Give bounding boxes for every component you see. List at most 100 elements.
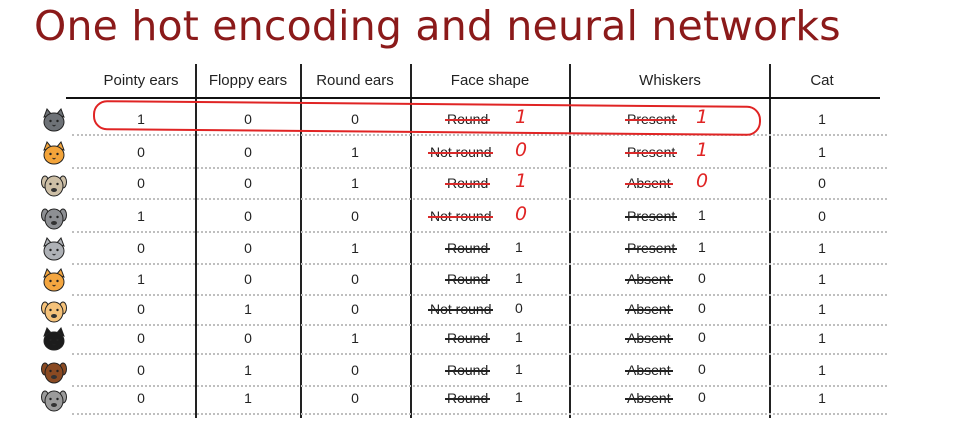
cell-face-shape: Round bbox=[444, 362, 491, 378]
table-row: 0 0 1 Round 1 Absent 0 1 bbox=[0, 323, 968, 355]
cell-round-ears: 0 bbox=[351, 301, 359, 317]
cell-floppy-ears: 0 bbox=[244, 175, 252, 191]
table-row: 1 0 0 Not round 0 Present 1 0 bbox=[0, 201, 968, 233]
cell-cat: 1 bbox=[818, 362, 826, 378]
whiskers-value: 0 bbox=[698, 300, 706, 316]
cell-cat: 0 bbox=[818, 208, 826, 224]
row-separator bbox=[72, 198, 887, 200]
header-cat: Cat bbox=[810, 72, 834, 89]
cell-whiskers: Absent bbox=[625, 175, 673, 191]
cell-face-shape: Round bbox=[444, 271, 491, 287]
cell-round-ears: 1 bbox=[351, 240, 359, 256]
cell-floppy-ears: 1 bbox=[244, 390, 252, 406]
cell-pointy-ears: 0 bbox=[137, 301, 145, 317]
cell-face-shape: Not round bbox=[427, 208, 494, 224]
dog-icon bbox=[41, 208, 67, 230]
dog-icon bbox=[41, 362, 67, 384]
cell-whiskers: Present bbox=[624, 240, 678, 256]
cell-face-shape: Round bbox=[444, 175, 491, 191]
header-floppy-ears: Floppy ears bbox=[208, 72, 288, 89]
cell-whiskers: Absent bbox=[625, 301, 673, 317]
row-separator bbox=[72, 413, 887, 415]
slide-title: One hot encoding and neural networks bbox=[34, 2, 841, 50]
dog-icon bbox=[41, 390, 67, 412]
cell-round-ears: 1 bbox=[351, 175, 359, 191]
cell-cat: 0 bbox=[818, 175, 826, 191]
cell-round-ears: 1 bbox=[351, 330, 359, 346]
table-row: 0 0 1 Not round 0 Present 1 1 bbox=[0, 137, 968, 169]
cell-cat: 1 bbox=[818, 144, 826, 160]
cell-whiskers: Absent bbox=[625, 390, 673, 406]
face-shape-value: 0 bbox=[515, 300, 523, 316]
face-shape-value: 0 bbox=[515, 139, 528, 161]
cell-pointy-ears: 0 bbox=[137, 175, 145, 191]
whiskers-value: 0 bbox=[698, 361, 706, 377]
cell-pointy-ears: 0 bbox=[137, 362, 145, 378]
cell-floppy-ears: 0 bbox=[244, 330, 252, 346]
cell-pointy-ears: 1 bbox=[137, 271, 145, 287]
table-row: 0 0 1 Round 1 Absent 0 0 bbox=[0, 168, 968, 200]
whiskers-value: 0 bbox=[698, 270, 706, 286]
cell-cat: 1 bbox=[818, 271, 826, 287]
cell-cat: 1 bbox=[818, 240, 826, 256]
header-round-ears: Round ears bbox=[316, 72, 394, 89]
cell-cat: 1 bbox=[818, 301, 826, 317]
cell-round-ears: 0 bbox=[351, 390, 359, 406]
header-whiskers: Whiskers bbox=[639, 72, 701, 89]
cell-cat: 1 bbox=[818, 330, 826, 346]
dog-icon bbox=[41, 301, 67, 323]
header-rule bbox=[66, 97, 880, 99]
cat-icon bbox=[43, 327, 65, 351]
cell-round-ears: 0 bbox=[351, 362, 359, 378]
face-shape-value: 0 bbox=[515, 203, 528, 225]
whiskers-value: 0 bbox=[698, 329, 706, 345]
cell-face-shape: Round bbox=[444, 330, 491, 346]
cell-face-shape: Not round bbox=[427, 301, 494, 317]
cell-round-ears: 1 bbox=[351, 144, 359, 160]
cell-cat: 1 bbox=[818, 390, 826, 406]
cell-pointy-ears: 0 bbox=[137, 390, 145, 406]
cell-whiskers: Absent bbox=[625, 330, 673, 346]
cat-icon bbox=[43, 141, 65, 165]
header-face-shape: Face shape bbox=[450, 72, 530, 89]
cell-whiskers: Absent bbox=[625, 362, 673, 378]
cell-face-shape: Not round bbox=[427, 144, 494, 160]
face-shape-value: 1 bbox=[515, 389, 523, 405]
face-shape-value: 1 bbox=[515, 329, 523, 345]
dog-icon bbox=[41, 175, 67, 197]
table-row: 0 1 0 Round 1 Absent 0 1 bbox=[0, 383, 968, 415]
cell-pointy-ears: 0 bbox=[137, 240, 145, 256]
row-separator bbox=[72, 134, 887, 136]
cell-floppy-ears: 0 bbox=[244, 271, 252, 287]
cell-pointy-ears: 0 bbox=[137, 330, 145, 346]
whiskers-value: 1 bbox=[698, 239, 706, 255]
first-row-highlight bbox=[92, 100, 762, 136]
cell-floppy-ears: 0 bbox=[244, 240, 252, 256]
cell-floppy-ears: 0 bbox=[244, 208, 252, 224]
cell-round-ears: 0 bbox=[351, 208, 359, 224]
table-row: 1 0 0 Round 1 Absent 0 1 bbox=[0, 264, 968, 296]
cell-pointy-ears: 1 bbox=[137, 208, 145, 224]
face-shape-value: 1 bbox=[515, 170, 528, 192]
table-row: 0 1 0 Not round 0 Absent 0 1 bbox=[0, 294, 968, 326]
face-shape-value: 1 bbox=[515, 270, 523, 286]
cell-round-ears: 0 bbox=[351, 271, 359, 287]
cell-whiskers: Absent bbox=[625, 271, 673, 287]
cat-icon bbox=[43, 237, 65, 261]
cell-pointy-ears: 0 bbox=[137, 144, 145, 160]
header-pointy-ears: Pointy ears bbox=[103, 72, 179, 89]
cell-floppy-ears: 1 bbox=[244, 362, 252, 378]
cell-cat: 1 bbox=[818, 111, 826, 127]
whiskers-value: 1 bbox=[698, 207, 706, 223]
face-shape-value: 1 bbox=[515, 239, 523, 255]
cat-icon bbox=[43, 108, 65, 132]
cell-whiskers: Present bbox=[624, 208, 678, 224]
whiskers-value: 1 bbox=[696, 139, 709, 161]
cell-face-shape: Round bbox=[444, 240, 491, 256]
cell-whiskers: Present bbox=[624, 144, 678, 160]
cell-face-shape: Round bbox=[444, 390, 491, 406]
cat-icon bbox=[43, 268, 65, 292]
cell-floppy-ears: 0 bbox=[244, 144, 252, 160]
face-shape-value: 1 bbox=[515, 361, 523, 377]
whiskers-value: 0 bbox=[698, 389, 706, 405]
